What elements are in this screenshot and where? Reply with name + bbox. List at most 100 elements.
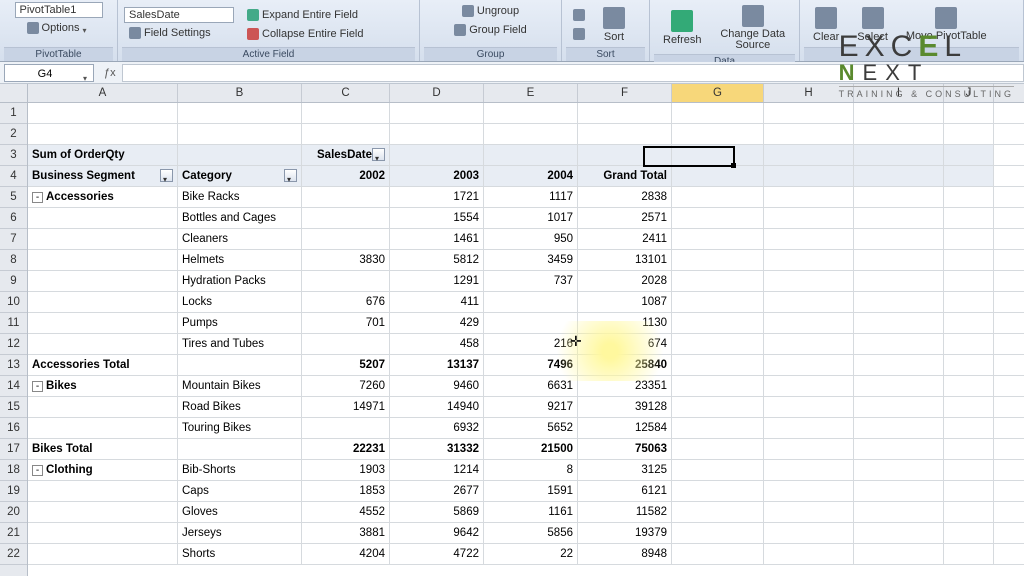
cell[interactable] [578,145,672,165]
row-header[interactable]: 17 [0,439,27,460]
cell[interactable]: 3830 [302,250,390,270]
cell[interactable] [28,103,178,123]
cell[interactable] [28,523,178,543]
cell[interactable]: 2838 [578,187,672,207]
cell[interactable] [854,439,944,459]
cell[interactable] [944,334,994,354]
cell[interactable]: 1721 [390,187,484,207]
cell[interactable] [484,124,578,144]
cell[interactable]: -Accessories [28,187,178,207]
cell[interactable]: Tires and Tubes [178,334,302,354]
cell[interactable] [578,124,672,144]
refresh-button[interactable]: Refresh [656,7,709,49]
cell[interactable] [28,418,178,438]
cell[interactable] [764,481,854,501]
cell[interactable]: 2571 [578,208,672,228]
cell[interactable] [854,376,944,396]
cell[interactable] [854,355,944,375]
cell[interactable] [944,313,994,333]
cell[interactable]: 1591 [484,481,578,501]
cell[interactable]: 737 [484,271,578,291]
row-header[interactable]: 18 [0,460,27,481]
cell[interactable] [764,334,854,354]
cell[interactable] [854,145,944,165]
cell[interactable]: 8 [484,460,578,480]
cell[interactable] [764,208,854,228]
filter-button[interactable] [372,148,385,161]
cell[interactable] [28,397,178,417]
cell[interactable]: Bikes Total [28,439,178,459]
cell[interactable] [672,544,764,564]
cell[interactable] [944,124,994,144]
cell[interactable] [854,418,944,438]
cell[interactable] [854,292,944,312]
field-settings-button[interactable]: Field Settings [124,24,234,42]
cell[interactable] [390,124,484,144]
cell[interactable] [672,208,764,228]
cell[interactable]: Mountain Bikes [178,376,302,396]
cell[interactable]: 1461 [390,229,484,249]
sort-button[interactable]: Sort [596,4,632,46]
cell[interactable] [854,544,944,564]
cell[interactable]: Caps [178,481,302,501]
cell[interactable]: 1161 [484,502,578,522]
cell[interactable]: Business Segment [28,166,178,186]
sort-az-button[interactable] [568,6,590,24]
cell[interactable]: 2002 [302,166,390,186]
cell[interactable]: 14971 [302,397,390,417]
cell[interactable]: 5652 [484,418,578,438]
row-header[interactable]: 8 [0,250,27,271]
cell[interactable] [28,271,178,291]
cell[interactable]: 5869 [390,502,484,522]
cell[interactable]: 1291 [390,271,484,291]
cell[interactable]: Helmets [178,250,302,270]
cell[interactable] [854,208,944,228]
cell[interactable] [28,229,178,249]
cell[interactable] [854,166,944,186]
collapse-icon[interactable]: - [32,381,43,392]
cell[interactable] [672,523,764,543]
spreadsheet-grid[interactable]: ABCDEFGHIJ 12345678910111213141516171819… [0,84,1024,576]
cell[interactable] [854,523,944,543]
cell[interactable] [764,376,854,396]
cell[interactable] [178,355,302,375]
cell[interactable] [854,103,944,123]
cell[interactable]: -Bikes [28,376,178,396]
cell[interactable] [672,145,764,165]
col-header-F[interactable]: F [578,84,672,102]
cell[interactable] [944,355,994,375]
cell[interactable]: 1853 [302,481,390,501]
cell[interactable] [944,481,994,501]
row-header[interactable]: 15 [0,397,27,418]
cell[interactable]: 3881 [302,523,390,543]
cell[interactable] [672,418,764,438]
cell[interactable]: 701 [302,313,390,333]
cell[interactable] [944,376,994,396]
cell[interactable]: 1117 [484,187,578,207]
cell[interactable]: 6121 [578,481,672,501]
cell[interactable] [944,460,994,480]
cell[interactable]: 429 [390,313,484,333]
cell[interactable] [764,187,854,207]
cell[interactable]: 5856 [484,523,578,543]
cell[interactable] [764,544,854,564]
cell[interactable] [854,124,944,144]
collapse-icon[interactable]: - [32,192,43,203]
cell[interactable] [944,187,994,207]
expand-field-button[interactable]: Expand Entire Field [242,6,369,24]
cell[interactable] [28,481,178,501]
col-header-D[interactable]: D [390,84,484,102]
cell[interactable] [672,124,764,144]
cell[interactable] [944,502,994,522]
cell[interactable]: 5812 [390,250,484,270]
filter-button[interactable] [284,169,297,182]
cell[interactable] [28,334,178,354]
cell[interactable] [944,229,994,249]
row-header[interactable]: 20 [0,502,27,523]
row-header[interactable]: 13 [0,355,27,376]
cell[interactable] [764,124,854,144]
cell[interactable] [178,145,302,165]
cell[interactable] [672,271,764,291]
cell[interactable] [28,250,178,270]
collapse-field-button[interactable]: Collapse Entire Field [242,25,369,43]
